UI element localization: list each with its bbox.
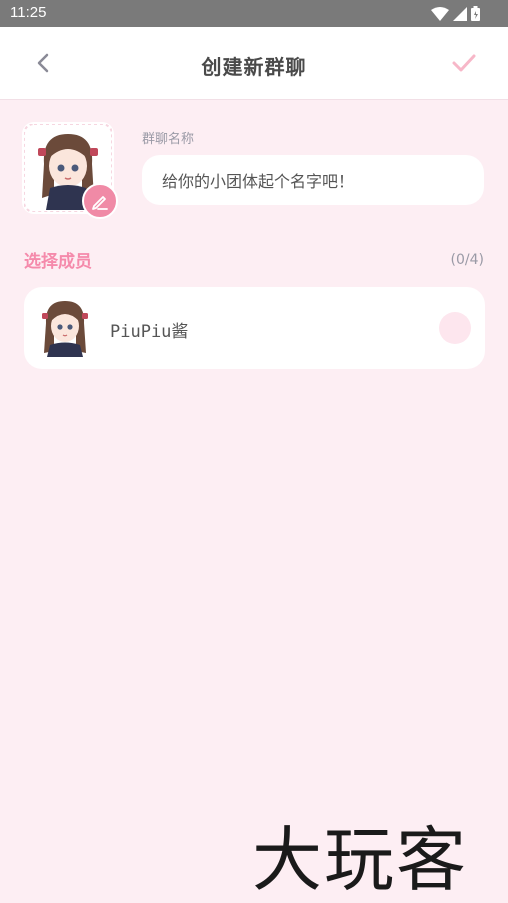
app-header: 创建新群聊 xyxy=(0,27,508,100)
battery-icon xyxy=(471,6,480,21)
member-select-checkbox[interactable] xyxy=(439,312,471,344)
group-name-input[interactable]: 给你的小团体起个名字吧！ xyxy=(142,155,484,205)
members-section-title: 选择成员 xyxy=(24,252,92,272)
watermark: 大玩客 xyxy=(252,819,468,896)
check-icon[interactable] xyxy=(448,47,480,79)
status-bar: 11:25 xyxy=(0,0,508,27)
wifi-icon xyxy=(431,6,449,21)
member-item[interactable]: PiuPiu酱 xyxy=(24,287,485,369)
members-count: (0/4) xyxy=(450,252,484,268)
watermark-text: 大玩客 xyxy=(252,819,468,896)
member-name: PiuPiu酱 xyxy=(110,322,189,342)
pencil-icon xyxy=(92,196,108,210)
group-name-placeholder: 给你的小团体起个名字吧！ xyxy=(162,172,355,191)
edit-avatar-button[interactable] xyxy=(82,183,118,219)
group-name-label: 群聊名称 xyxy=(142,132,195,147)
status-time: 11:25 xyxy=(10,4,47,21)
page-title: 创建新群聊 xyxy=(201,55,307,79)
signal-icon xyxy=(453,6,467,21)
member-avatar xyxy=(42,301,88,357)
status-icons xyxy=(431,6,480,21)
